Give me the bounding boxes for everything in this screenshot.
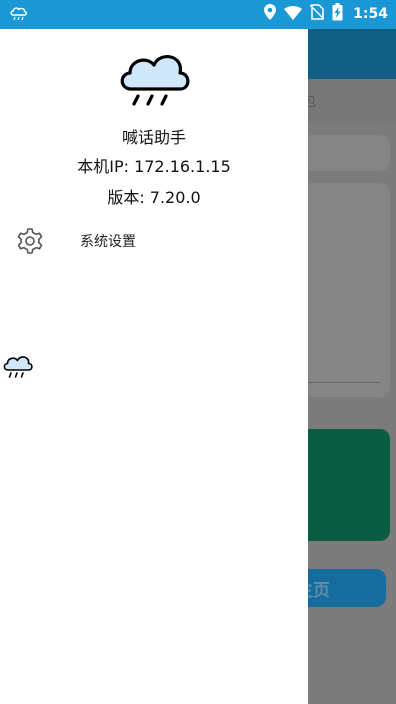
app-name: 喊话助手 xyxy=(121,128,186,147)
location-icon xyxy=(264,4,277,24)
rain-cloud-icon xyxy=(117,47,193,115)
menu-item-label: 系统设置 xyxy=(80,234,136,250)
floating-rain-cloud-icon[interactable] xyxy=(2,353,34,385)
rain-cloud-icon xyxy=(9,4,29,28)
status-bar: 1:54 xyxy=(0,0,396,29)
home-button: 主页 xyxy=(296,569,386,607)
input-field xyxy=(300,135,390,171)
menu-item-settings[interactable]: 系统设置 xyxy=(0,219,308,263)
message-text-area xyxy=(300,183,390,397)
navigation-drawer: 喊话助手 本机IP: 172.16.1.15 版本: 7.20.0 系统设置 xyxy=(0,29,308,704)
app-version: 版本: 7.20.0 xyxy=(107,188,201,207)
ip-address: 本机IP: 172.16.1.15 xyxy=(77,157,231,176)
battery-charging-icon xyxy=(332,3,343,25)
gear-icon xyxy=(16,227,44,259)
green-action-panel xyxy=(300,429,390,541)
text-area-underline xyxy=(300,382,380,383)
status-time: 1:54 xyxy=(353,6,388,22)
no-sim-icon xyxy=(309,4,325,24)
wifi-icon xyxy=(284,5,303,24)
